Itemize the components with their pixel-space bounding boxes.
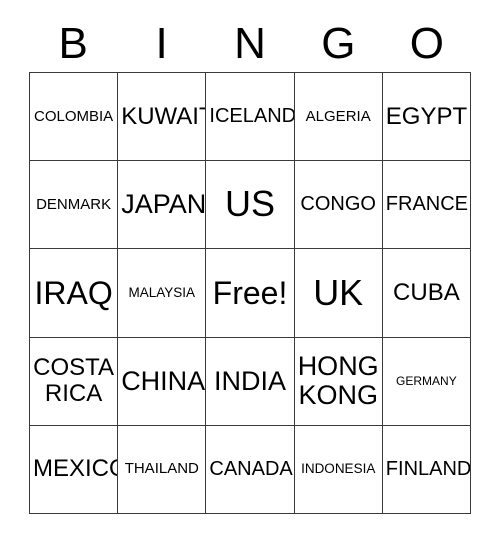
bingo-cell-label: CANADA bbox=[209, 457, 293, 480]
bingo-cell-g1[interactable]: ALGERIA bbox=[294, 73, 383, 162]
bingo-cell-label: EGYPT bbox=[385, 102, 468, 130]
header-letter-b: B bbox=[58, 19, 88, 68]
bingo-cell-i5[interactable]: THAILAND bbox=[118, 425, 207, 514]
bingo-cell-n5[interactable]: CANADA bbox=[206, 425, 295, 514]
bingo-cell-label: CONGO bbox=[300, 192, 376, 215]
bingo-cell-label: CHINA bbox=[121, 365, 206, 396]
bingo-cell-label: FRANCE bbox=[385, 192, 469, 215]
bingo-cell-label: CUBA bbox=[393, 279, 460, 307]
bingo-header-row: B I N G O bbox=[29, 16, 471, 72]
bingo-cell-label: JAPAN bbox=[121, 189, 207, 220]
bingo-cell-label: FINLAND bbox=[385, 457, 471, 480]
bingo-cell-n2[interactable]: US bbox=[206, 161, 295, 250]
bingo-cell-label: INDONESIA bbox=[301, 461, 376, 477]
header-letter-o: O bbox=[409, 19, 444, 68]
bingo-cell-b1[interactable]: COLOMBIA bbox=[30, 73, 119, 162]
header-letter-n: N bbox=[234, 19, 266, 68]
bingo-cell-n1[interactable]: ICELAND bbox=[206, 73, 295, 162]
bingo-cell-g2[interactable]: CONGO bbox=[294, 161, 383, 250]
bingo-cell-g4[interactable]: HONG KONG bbox=[294, 337, 383, 426]
bingo-cell-label: MALAYSIA bbox=[128, 284, 196, 300]
bingo-cell-b2[interactable]: DENMARK bbox=[30, 161, 119, 250]
bingo-cell-label: US bbox=[224, 183, 275, 225]
bingo-cell-g5[interactable]: INDONESIA bbox=[294, 425, 383, 514]
bingo-cell-i1[interactable]: KUWAIT bbox=[118, 73, 207, 162]
bingo-card: B I N G O COLOMBIA KUWAIT ICELAND ALGERI… bbox=[0, 0, 500, 544]
bingo-cell-label: DENMARK bbox=[36, 195, 112, 213]
header-letter-i: I bbox=[155, 19, 168, 68]
bingo-cell-b5[interactable]: MEXICO bbox=[30, 425, 119, 514]
bingo-cell-b3[interactable]: IRAQ bbox=[30, 249, 119, 338]
bingo-grid: COLOMBIA KUWAIT ICELAND ALGERIA EGYPT DE… bbox=[29, 72, 471, 514]
bingo-cell-label: THAILAND bbox=[124, 460, 199, 478]
bingo-cell-i3[interactable]: MALAYSIA bbox=[118, 249, 207, 338]
bingo-cell-b4[interactable]: COSTA RICA bbox=[30, 337, 119, 426]
bingo-cell-label: GERMANY bbox=[396, 373, 457, 388]
bingo-cell-label: INDIA bbox=[213, 365, 286, 396]
bingo-cell-free-space[interactable]: Free! bbox=[206, 249, 295, 338]
bingo-cell-label: HONG KONG bbox=[297, 351, 379, 411]
bingo-cell-label: ICELAND bbox=[209, 104, 295, 127]
bingo-cell-label: UK bbox=[313, 271, 364, 313]
bingo-cell-i2[interactable]: JAPAN bbox=[118, 161, 207, 250]
bingo-cell-i4[interactable]: CHINA bbox=[118, 337, 207, 426]
bingo-cell-o4[interactable]: GERMANY bbox=[382, 337, 471, 426]
bingo-cell-g3[interactable]: UK bbox=[294, 249, 383, 338]
bingo-cell-label: MEXICO bbox=[33, 455, 117, 483]
bingo-cell-label: KUWAIT bbox=[121, 102, 207, 130]
bingo-cell-o2[interactable]: FRANCE bbox=[382, 161, 471, 250]
bingo-cell-o5[interactable]: FINLAND bbox=[382, 425, 471, 514]
bingo-cell-label: COLOMBIA bbox=[34, 107, 114, 125]
bingo-cell-o3[interactable]: CUBA bbox=[382, 249, 471, 338]
bingo-cell-o1[interactable]: EGYPT bbox=[382, 73, 471, 162]
bingo-cell-label: IRAQ bbox=[34, 274, 113, 311]
bingo-cell-n4[interactable]: INDIA bbox=[206, 337, 295, 426]
bingo-cell-label: ALGERIA bbox=[305, 107, 371, 125]
free-space-label: Free! bbox=[212, 274, 288, 311]
bingo-cell-label: COSTA RICA bbox=[33, 354, 115, 408]
header-letter-g: G bbox=[321, 19, 356, 68]
